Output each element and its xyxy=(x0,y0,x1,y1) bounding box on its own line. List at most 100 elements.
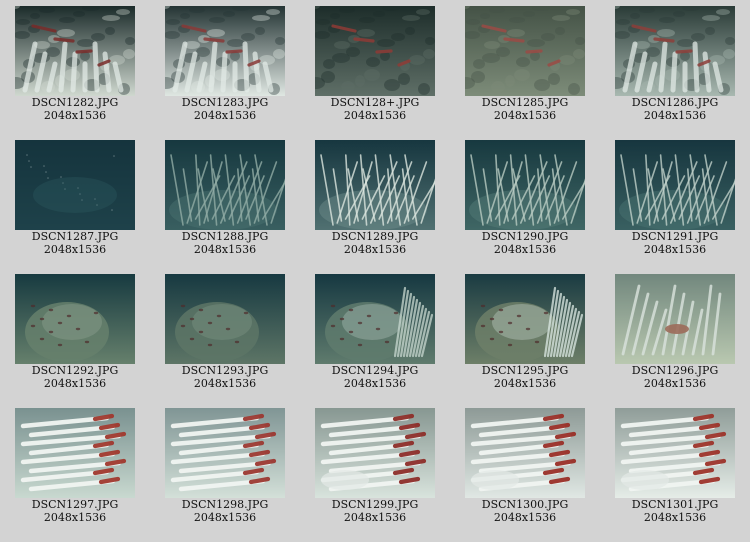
thumbnail-cell[interactable]: DSCN1297.JPG 2048x1536 xyxy=(0,402,150,536)
thumbnail-picture xyxy=(165,6,285,96)
thumbnail-cell[interactable]: DSCN1294.JPG 2048x1536 xyxy=(300,268,450,402)
thumbnail-caption: DSCN1293.JPG 2048x1536 xyxy=(150,364,300,390)
thumbnail-cell[interactable]: DSCN1300.JPG 2048x1536 xyxy=(450,402,600,536)
thumbnail-caption: DSCN1294.JPG 2048x1536 xyxy=(300,364,450,390)
thumbnail-picture xyxy=(15,408,135,498)
thumbnail-caption: DSCN1297.JPG 2048x1536 xyxy=(0,498,150,524)
thumbnail-filename: DSCN1289.JPG xyxy=(331,230,419,243)
thumbnail-filename: DSCN1288.JPG xyxy=(181,230,269,243)
thumbnail-cell[interactable]: DSCN1298.JPG 2048x1536 xyxy=(150,402,300,536)
thumbnail-picture xyxy=(315,274,435,364)
thumbnail-picture xyxy=(15,6,135,96)
thumbnail-cell[interactable]: DSCN1299.JPG 2048x1536 xyxy=(300,402,450,536)
thumbnail-dimensions: 2048x1536 xyxy=(43,243,107,256)
thumbnail-cell[interactable]: DSCN1292.JPG 2048x1536 xyxy=(0,268,150,402)
thumbnail-filename: DSCN1283.JPG xyxy=(181,96,269,109)
thumbnail-dimensions: 2048x1536 xyxy=(193,243,257,256)
thumbnail-cell[interactable]: DSCN1285.JPG 2048x1536 xyxy=(450,0,600,134)
thumbnail-dimensions: 2048x1536 xyxy=(643,243,707,256)
thumbnail-caption: DSCN1286.JPG 2048x1536 xyxy=(600,96,750,122)
thumbnail-dimensions: 2048x1536 xyxy=(343,109,407,122)
thumbnail-filename: DSCN1290.JPG xyxy=(481,230,569,243)
thumbnail-caption: DSCN1285.JPG 2048x1536 xyxy=(450,96,600,122)
thumbnail-picture xyxy=(315,6,435,96)
thumbnail-picture xyxy=(615,274,735,364)
thumbnail-cell[interactable]: DSCN1295.JPG 2048x1536 xyxy=(450,268,600,402)
thumbnail-filename: DSCN1300.JPG xyxy=(481,498,569,511)
thumbnail-picture xyxy=(465,408,585,498)
thumbnail-image[interactable] xyxy=(315,408,435,498)
thumbnail-image[interactable] xyxy=(465,6,585,96)
thumbnail-filename: DSCN1295.JPG xyxy=(481,364,569,377)
thumbnail-picture xyxy=(615,140,735,230)
thumbnail-image[interactable] xyxy=(615,140,735,230)
thumbnail-dimensions: 2048x1536 xyxy=(193,377,257,390)
thumbnail-image[interactable] xyxy=(465,408,585,498)
thumbnail-image[interactable] xyxy=(15,140,135,230)
thumbnail-image[interactable] xyxy=(15,408,135,498)
thumbnail-caption: DSCN1287.JPG 2048x1536 xyxy=(0,230,150,256)
thumbnail-filename: DSCN1297.JPG xyxy=(31,498,119,511)
thumbnail-filename: DSCN1293.JPG xyxy=(181,364,269,377)
thumbnail-picture xyxy=(165,274,285,364)
thumbnail-image[interactable] xyxy=(615,274,735,364)
thumbnail-picture xyxy=(615,6,735,96)
thumbnail-image[interactable] xyxy=(15,6,135,96)
thumbnail-cell[interactable]: DSCN1296.JPG 2048x1536 xyxy=(600,268,750,402)
thumbnail-image[interactable] xyxy=(165,408,285,498)
thumbnail-image[interactable] xyxy=(15,274,135,364)
thumbnail-dimensions: 2048x1536 xyxy=(43,511,107,524)
thumbnail-filename: DSCN1301.JPG xyxy=(631,498,719,511)
thumbnail-dimensions: 2048x1536 xyxy=(643,511,707,524)
thumbnail-caption: DSCN1301.JPG 2048x1536 xyxy=(600,498,750,524)
thumbnail-cell[interactable]: DSCN128+.JPG 2048x1536 xyxy=(300,0,450,134)
thumbnail-dimensions: 2048x1536 xyxy=(43,109,107,122)
thumbnail-cell[interactable]: DSCN1286.JPG 2048x1536 xyxy=(600,0,750,134)
thumbnail-filename: DSCN1285.JPG xyxy=(481,96,569,109)
thumbnail-caption: DSCN1295.JPG 2048x1536 xyxy=(450,364,600,390)
thumbnail-picture xyxy=(465,6,585,96)
thumbnail-caption: DSCN1291.JPG 2048x1536 xyxy=(600,230,750,256)
thumbnail-dimensions: 2048x1536 xyxy=(343,243,407,256)
thumbnail-caption: DSCN1289.JPG 2048x1536 xyxy=(300,230,450,256)
thumbnail-caption: DSCN1299.JPG 2048x1536 xyxy=(300,498,450,524)
thumbnail-filename: DSCN1286.JPG xyxy=(631,96,719,109)
thumbnail-image[interactable] xyxy=(615,6,735,96)
thumbnail-dimensions: 2048x1536 xyxy=(43,377,107,390)
thumbnail-filename: DSCN1299.JPG xyxy=(331,498,419,511)
thumbnail-dimensions: 2048x1536 xyxy=(643,377,707,390)
thumbnail-image[interactable] xyxy=(165,6,285,96)
thumbnail-cell[interactable]: DSCN1288.JPG 2048x1536 xyxy=(150,134,300,268)
thumbnail-cell[interactable]: DSCN1293.JPG 2048x1536 xyxy=(150,268,300,402)
thumbnail-image[interactable] xyxy=(165,274,285,364)
thumbnail-filename: DSCN1282.JPG xyxy=(31,96,119,109)
thumbnail-image[interactable] xyxy=(165,140,285,230)
thumbnail-dimensions: 2048x1536 xyxy=(493,109,557,122)
thumbnail-caption: DSCN1296.JPG 2048x1536 xyxy=(600,364,750,390)
thumbnail-caption: DSCN1298.JPG 2048x1536 xyxy=(150,498,300,524)
thumbnail-filename: DSCN1298.JPG xyxy=(181,498,269,511)
thumbnail-filename: DSCN1291.JPG xyxy=(631,230,719,243)
thumbnail-dimensions: 2048x1536 xyxy=(493,377,557,390)
thumbnail-image[interactable] xyxy=(615,408,735,498)
thumbnail-cell[interactable]: DSCN1287.JPG 2048x1536 xyxy=(0,134,150,268)
thumbnail-image[interactable] xyxy=(465,274,585,364)
thumbnail-picture xyxy=(465,274,585,364)
thumbnail-dimensions: 2048x1536 xyxy=(343,511,407,524)
thumbnail-cell[interactable]: DSCN1301.JPG 2048x1536 xyxy=(600,402,750,536)
thumbnail-caption: DSCN1288.JPG 2048x1536 xyxy=(150,230,300,256)
thumbnail-picture xyxy=(465,140,585,230)
thumbnail-image[interactable] xyxy=(315,140,435,230)
thumbnail-cell[interactable]: DSCN1290.JPG 2048x1536 xyxy=(450,134,600,268)
thumbnail-cell[interactable]: DSCN1289.JPG 2048x1536 xyxy=(300,134,450,268)
thumbnail-cell[interactable]: DSCN1282.JPG 2048x1536 xyxy=(0,0,150,134)
thumbnail-image[interactable] xyxy=(465,140,585,230)
thumbnail-image[interactable] xyxy=(315,6,435,96)
thumbnail-picture xyxy=(15,274,135,364)
thumbnail-image[interactable] xyxy=(315,274,435,364)
thumbnail-cell[interactable]: DSCN1291.JPG 2048x1536 xyxy=(600,134,750,268)
thumbnail-dimensions: 2048x1536 xyxy=(493,511,557,524)
thumbnail-cell[interactable]: DSCN1283.JPG 2048x1536 xyxy=(150,0,300,134)
thumbnail-caption: DSCN1300.JPG 2048x1536 xyxy=(450,498,600,524)
thumbnail-dimensions: 2048x1536 xyxy=(643,109,707,122)
